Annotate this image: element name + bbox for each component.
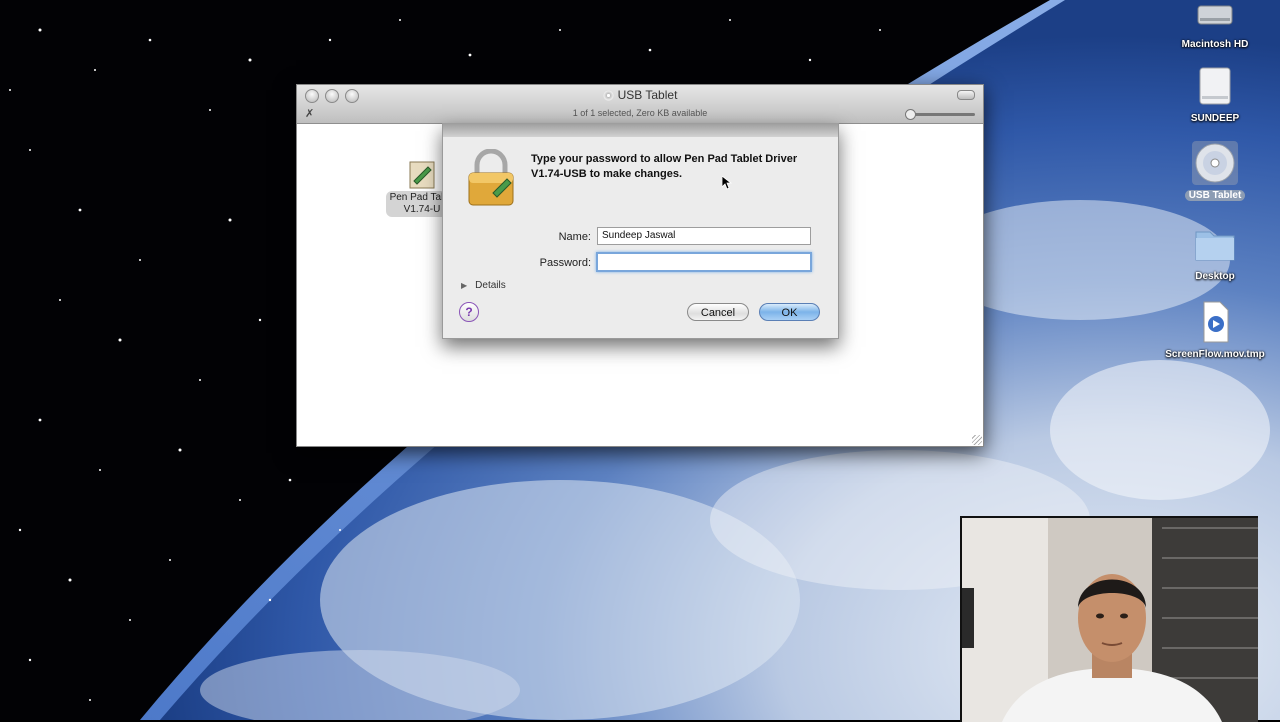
window-titlebar[interactable]: USB Tablet ✗ 1 of 1 selected, Zero KB av…	[297, 85, 983, 124]
name-field[interactable]: Sundeep Jaswal	[597, 227, 811, 245]
folder-icon	[1192, 222, 1238, 266]
cd-disc-icon	[1192, 141, 1238, 185]
cancel-button[interactable]: Cancel	[687, 303, 749, 321]
harddisk-icon	[1192, 0, 1238, 34]
desktop-icon-label: ScreenFlow.mov.tmp	[1165, 349, 1265, 360]
desktop-icon-screenflow-tmp[interactable]: ScreenFlow.mov.tmp	[1160, 300, 1270, 362]
window-status-text: 1 of 1 selected, Zero KB available	[572, 108, 708, 118]
window-title: USB Tablet	[297, 88, 983, 102]
name-label: Name:	[558, 231, 591, 243]
authentication-sheet[interactable]: Type your password to allow Pen Pad Tabl…	[442, 123, 839, 339]
disclosure-triangle-icon[interactable]: ▶	[461, 281, 467, 290]
icon-size-slider[interactable]	[905, 109, 975, 120]
desktop-icon-sundeep[interactable]: SUNDEEP	[1160, 64, 1270, 126]
help-button[interactable]: ?	[459, 302, 479, 322]
sheet-top-shadow	[443, 123, 838, 137]
password-row: Password:	[443, 252, 838, 275]
cd-disc-icon	[602, 90, 614, 101]
toolbar-toggle-button[interactable]	[957, 90, 975, 100]
desktop-icon-macintosh-hd[interactable]: Macintosh HD	[1160, 0, 1270, 52]
details-disclosure[interactable]: ▶ Details	[461, 280, 506, 291]
ok-button[interactable]: OK	[759, 303, 820, 321]
resize-handle[interactable]	[972, 435, 982, 445]
slider-knob[interactable]	[905, 109, 916, 120]
desktop-icon-desktop-folder[interactable]: Desktop	[1160, 222, 1270, 284]
movie-file-icon	[1192, 300, 1238, 344]
password-label: Password:	[539, 257, 591, 269]
name-row: Name: Sundeep Jaswal	[443, 227, 838, 249]
external-drive-icon	[1192, 64, 1238, 108]
desktop-icon-label: Desktop	[1195, 271, 1235, 282]
webcam-overlay	[960, 516, 1258, 722]
password-field[interactable]	[596, 252, 812, 272]
desktop-icon-label: USB Tablet	[1184, 190, 1246, 201]
desktop-icon-usb-tablet[interactable]: USB Tablet	[1160, 141, 1270, 203]
mouse-pointer-icon	[721, 175, 733, 190]
auth-prompt-text: Type your password to allow Pen Pad Tabl…	[531, 153, 798, 180]
installer-package-icon	[407, 159, 437, 191]
desktop-icon-label: SUNDEEP	[1190, 113, 1240, 124]
padlock-icon	[465, 148, 517, 207]
desktop-icon-label: Macintosh HD	[1181, 39, 1249, 50]
